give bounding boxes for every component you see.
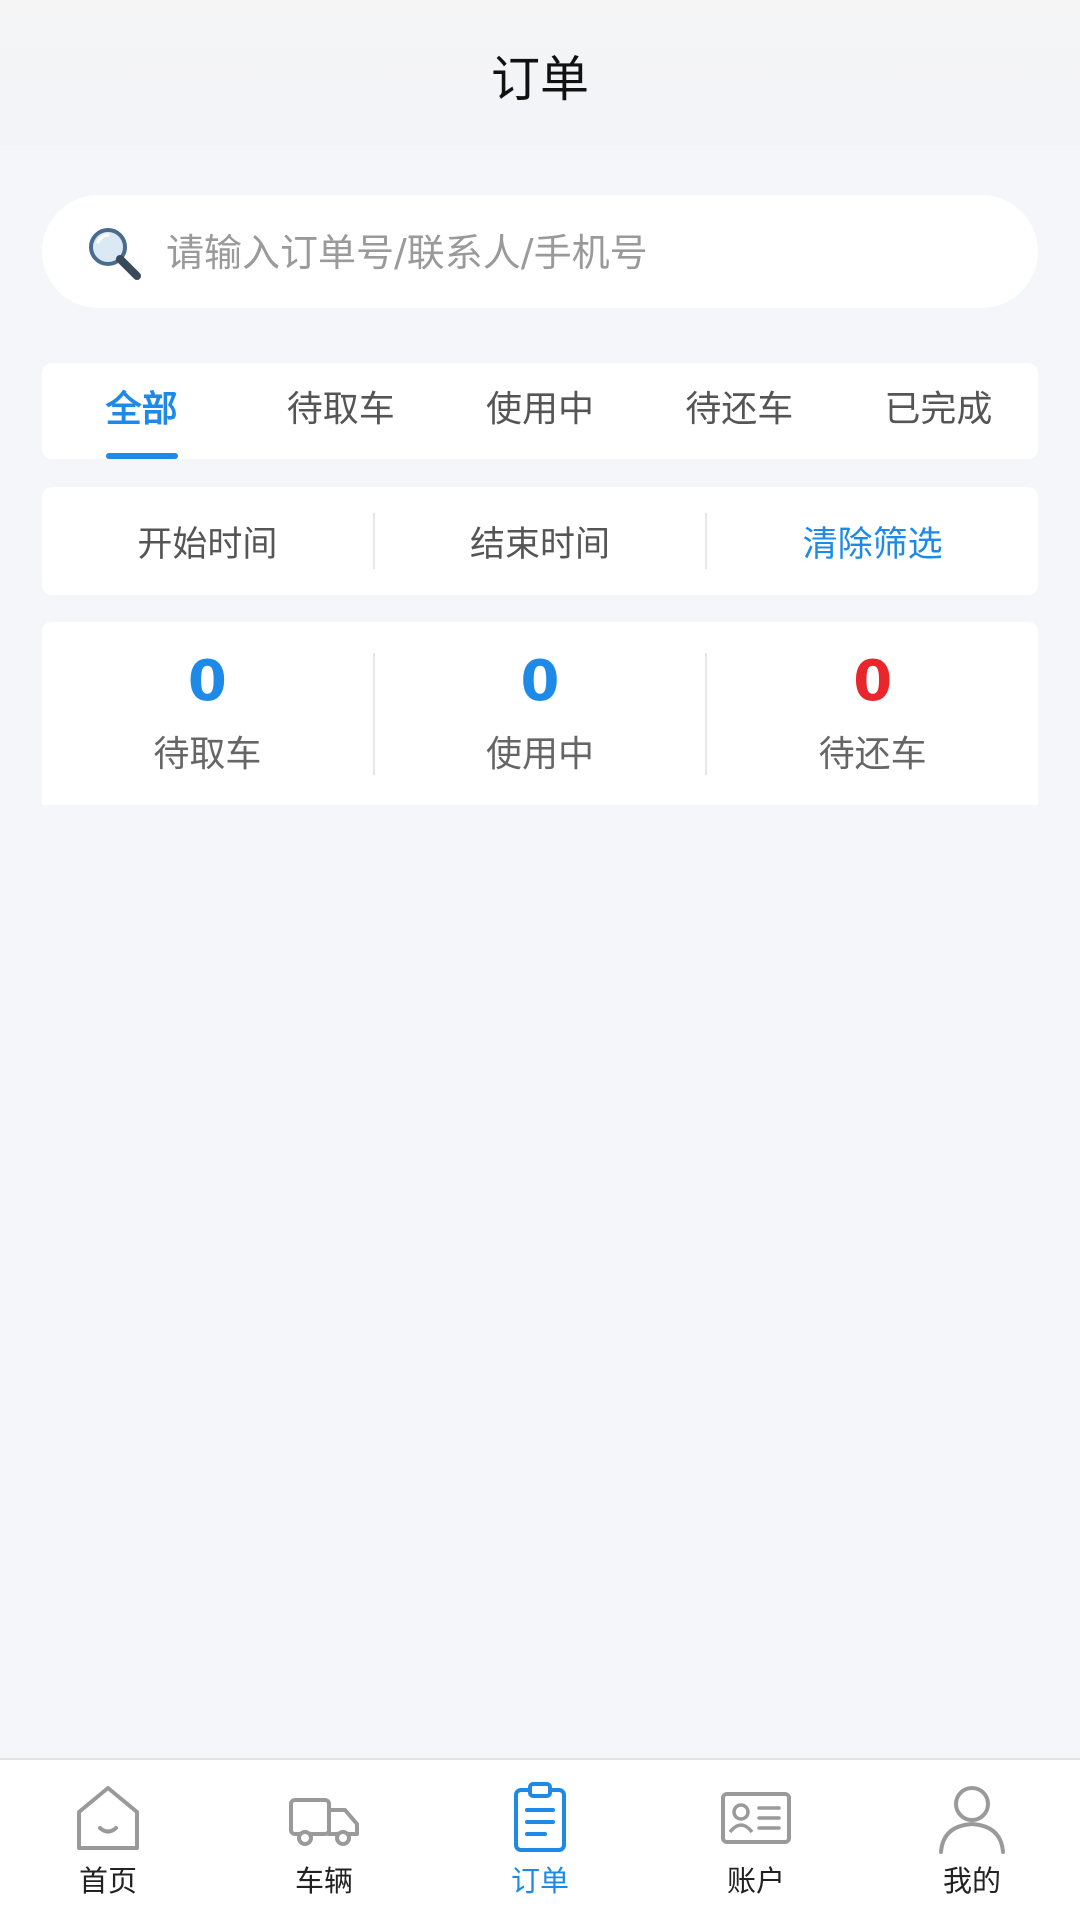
tabbar-item-profile[interactable]: 我的	[864, 1760, 1080, 1922]
page-title: 订单	[490, 51, 589, 108]
tabbar-label: 首页	[78, 1864, 137, 1898]
tabbar-label: 订单	[510, 1864, 569, 1898]
tab-pending-return[interactable]: 待还车	[640, 363, 839, 459]
tab-label: 已完成	[884, 389, 993, 430]
home-icon	[77, 1786, 139, 1850]
start-time-filter[interactable]: 开始时间	[42, 516, 373, 567]
tabbar-label: 我的	[942, 1864, 1001, 1898]
active-tab-indicator	[105, 453, 178, 459]
tabbar-item-vehicles[interactable]: 车辆	[216, 1760, 432, 1922]
stat-value: 0	[520, 648, 560, 714]
tabbar-label: 车辆	[294, 1864, 353, 1898]
clipboard-icon	[514, 1782, 566, 1852]
tab-label: 待还车	[685, 389, 794, 430]
tabbar-item-account[interactable]: 账户	[648, 1760, 864, 1922]
truck-icon	[289, 1798, 359, 1846]
clear-filter-button[interactable]: 清除筛选	[707, 516, 1038, 567]
tab-label: 待取车	[286, 389, 395, 430]
stat-value: 0	[853, 648, 893, 714]
order-stats-card: 0 待取车 0 使用中 0 待还车	[42, 622, 1038, 805]
top-bar: 订单	[0, 0, 1080, 145]
stat-pending-pickup[interactable]: 0 待取车	[42, 648, 373, 777]
tab-all[interactable]: 全部	[42, 363, 241, 459]
stat-pending-return[interactable]: 0 待还车	[707, 648, 1038, 777]
stat-label: 使用中	[486, 733, 595, 775]
stat-label: 待取车	[153, 733, 262, 775]
tab-completed[interactable]: 已完成	[839, 363, 1038, 459]
search-bar[interactable]	[42, 195, 1038, 310]
tabbar-item-orders[interactable]: 订单	[432, 1760, 648, 1922]
search-input[interactable]	[164, 195, 988, 310]
search-icon	[89, 228, 141, 280]
status-tabs: 全部 待取车 使用中 待还车 已完成	[42, 363, 1038, 459]
stat-value: 0	[187, 648, 227, 714]
id-card-icon	[721, 1792, 791, 1844]
user-icon	[939, 1786, 1005, 1854]
tab-label: 使用中	[486, 389, 595, 430]
tabbar-label: 账户	[726, 1864, 785, 1898]
stat-label: 待还车	[818, 733, 927, 775]
stat-in-use[interactable]: 0 使用中	[375, 648, 706, 777]
tab-pending-pickup[interactable]: 待取车	[241, 363, 440, 459]
tab-in-use[interactable]: 使用中	[440, 363, 639, 459]
bottom-tab-bar: 首页 车辆 订单 账户 我的	[0, 1758, 1080, 1922]
end-time-filter[interactable]: 结束时间	[375, 516, 706, 567]
tabbar-item-home[interactable]: 首页	[0, 1760, 216, 1922]
time-filter-bar: 开始时间 结束时间 清除筛选	[42, 487, 1038, 595]
tab-label: 全部	[105, 389, 178, 430]
